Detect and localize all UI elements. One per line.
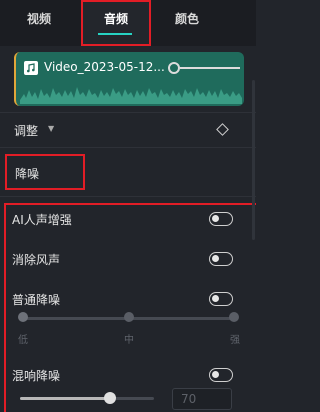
clip-name: Video_2023-05-12... [44,60,165,74]
denoise-level-tick-mid[interactable] [124,312,134,322]
normal-denoise-toggle[interactable] [209,292,233,306]
divider [0,112,256,113]
reverb-value-input[interactable]: 70 [172,388,232,410]
scrollbar[interactable] [252,80,255,240]
noise-reduction-label: 降噪 [15,167,40,181]
option-reverb-denoise-label: 混响降噪 [12,369,61,383]
toggle-dot [212,255,219,262]
option-wind-removal-label: 消除风声 [12,253,61,267]
reverb-slider-knob[interactable] [104,392,116,404]
toggle-dot [212,295,219,302]
audio-clip-card[interactable]: Video_2023-05-12... [14,52,244,106]
clip-volume-track[interactable] [180,67,240,69]
denoise-level-label-high: 强 [230,335,240,346]
tab-color[interactable]: 颜色 [160,0,214,46]
wind-removal-toggle[interactable] [209,252,233,266]
denoise-level-tick-high[interactable] [229,312,239,322]
toggle-dot [212,371,219,378]
music-note-icon [24,61,38,75]
waveform [20,87,242,104]
active-tab-indicator [98,33,132,35]
option-normal-denoise-label: 普通降噪 [12,293,61,307]
ai-voice-enhance-toggle[interactable] [209,212,233,226]
denoise-level-label-low: 低 [18,335,28,346]
adjust-section[interactable]: 调整 ▼ [0,118,256,142]
divider [0,147,256,148]
tab-audio[interactable]: 音频 [81,0,151,46]
tab-video[interactable]: 视频 [12,0,66,46]
reverb-slider-fill [20,397,108,400]
keyframe-diamond-icon[interactable] [216,123,229,136]
toggle-dot [212,215,219,222]
adjust-label: 调整 [14,124,39,138]
caret-down-icon[interactable]: ▼ [48,124,54,133]
option-ai-voice-enhance-label: AI人声增强 [12,213,72,227]
clip-volume-knob[interactable] [168,62,180,74]
tab-bar: 视频 音频 颜色 [0,0,256,46]
divider [0,196,256,197]
reverb-denoise-toggle[interactable] [209,368,233,382]
noise-reduction-header[interactable]: 降噪 [5,154,85,190]
denoise-level-tick-low[interactable] [18,312,28,322]
denoise-level-label-mid: 中 [124,335,134,346]
